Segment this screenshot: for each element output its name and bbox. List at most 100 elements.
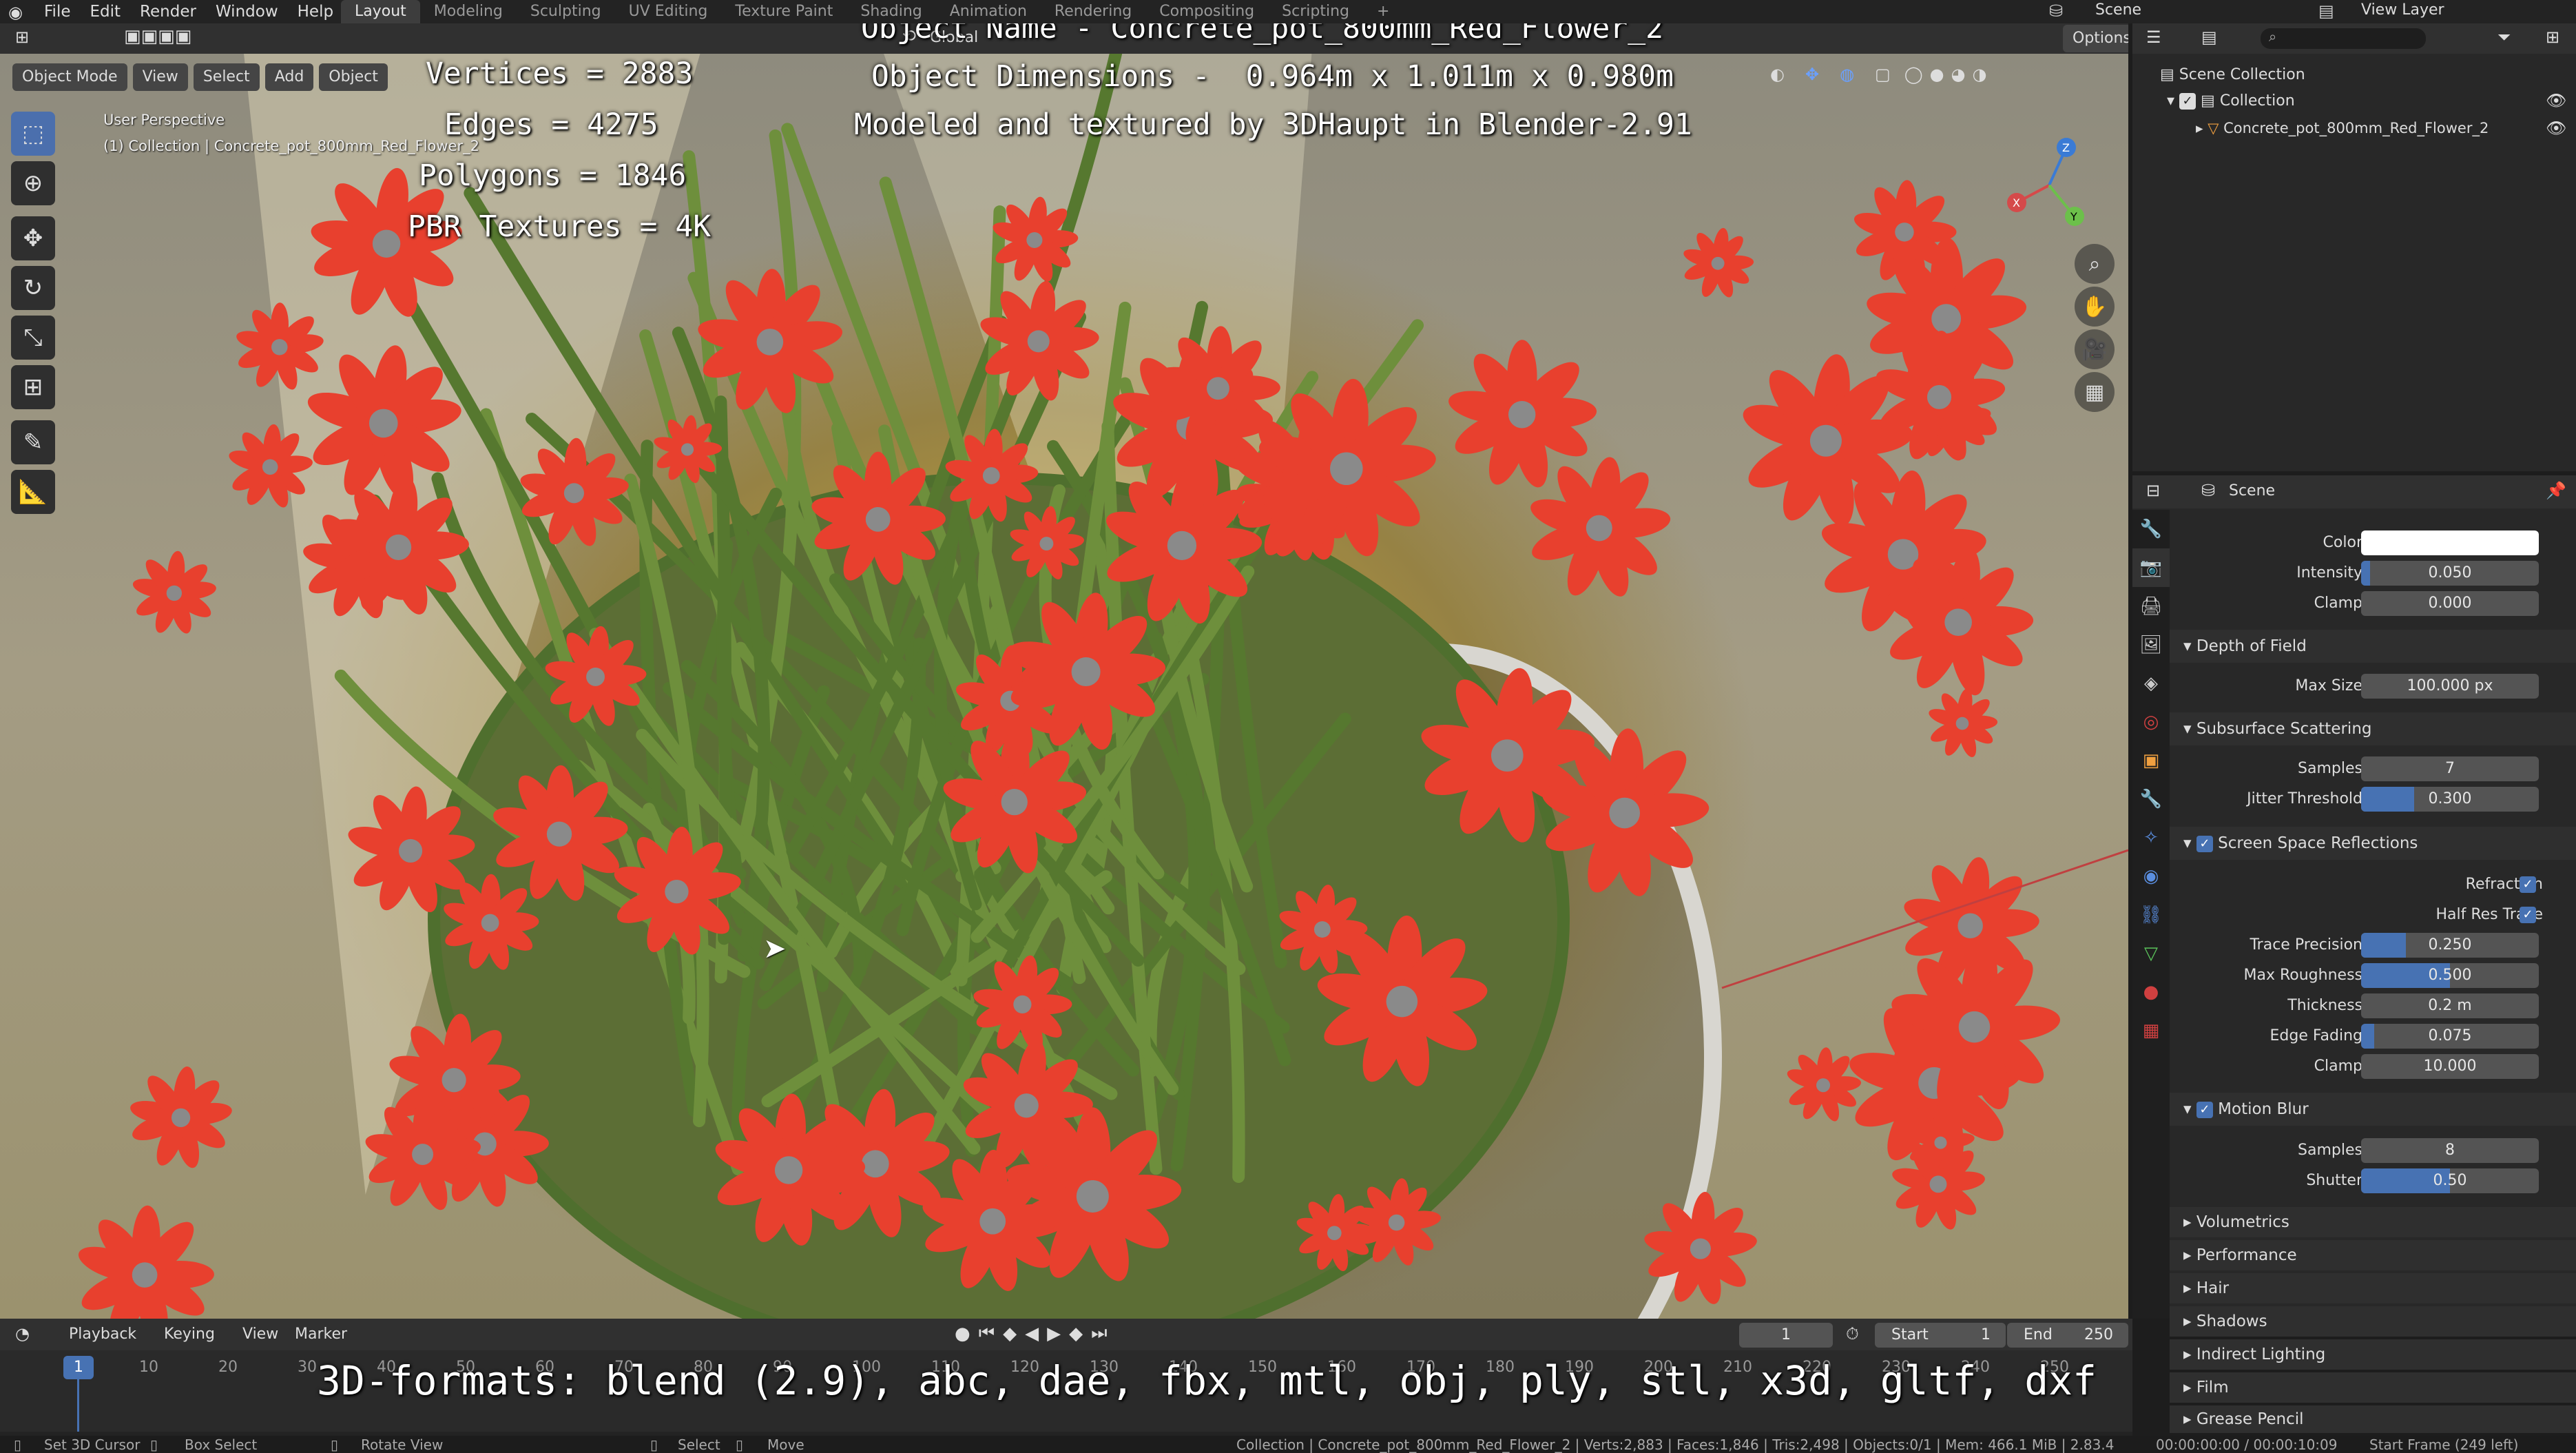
mb-samples-field[interactable]: 8 <box>2361 1138 2539 1163</box>
view-layer-tab-icon[interactable]: 🖼 <box>2132 626 2170 664</box>
max-roughness-field[interactable]: 0.500 <box>2361 963 2539 988</box>
playhead[interactable]: 1 <box>63 1356 94 1379</box>
cursor-tool-icon[interactable]: ⊕ <box>11 161 55 205</box>
visibility-eye-icon[interactable]: 👁 <box>2546 118 2566 138</box>
prev-keyframe-icon[interactable]: ◆ <box>1003 1323 1017 1344</box>
half-res-trace-checkbox[interactable]: ✓ <box>2520 907 2536 923</box>
display-mode-icon[interactable]: ▤ <box>2201 28 2217 47</box>
refraction-checkbox[interactable]: ✓ <box>2520 876 2536 893</box>
measure-tool-icon[interactable]: 📐 <box>11 470 55 514</box>
jitter-threshold-field[interactable]: 0.300 <box>2361 787 2539 812</box>
tab-rendering[interactable]: Rendering <box>1041 0 1145 23</box>
menu-edit[interactable]: Edit <box>81 0 131 23</box>
jump-end-icon[interactable]: ⏭ <box>1091 1323 1107 1344</box>
object-tab-icon[interactable]: ▣ <box>2132 741 2170 780</box>
trace-precision-field[interactable]: 0.250 <box>2361 933 2539 958</box>
tool-tab-icon[interactable]: 🔧 <box>2132 510 2170 548</box>
camera-icon[interactable]: 🎥 <box>2075 329 2115 369</box>
pin-icon[interactable]: 📌 <box>2546 481 2566 500</box>
particles-tab-icon[interactable]: ✧ <box>2132 818 2170 857</box>
playback-menu[interactable]: Playback <box>69 1326 136 1343</box>
ortho-grid-icon[interactable]: ▦ <box>2075 372 2115 412</box>
select-box-tool-icon[interactable]: ⬚ <box>11 112 55 156</box>
rotate-tool-icon[interactable]: ↻ <box>11 266 55 310</box>
subsurface-scattering-panel-header[interactable]: ▾ Subsurface Scattering <box>2170 712 2576 745</box>
tab-modeling[interactable]: Modeling <box>420 0 517 23</box>
outliner-row-collection[interactable]: ▾ ✓ ▤ Collection <box>2167 92 2295 110</box>
xray-icon[interactable]: ▢ <box>1875 65 1891 84</box>
scene-selector-icon[interactable]: ⛁ <box>2049 1 2063 21</box>
motion-blur-checkbox[interactable]: ✓ <box>2196 1101 2213 1118</box>
ssr-clamp-field[interactable]: 10.000 <box>2361 1054 2539 1079</box>
intensity-field[interactable]: 0.050 <box>2361 561 2539 586</box>
blender-logo-icon[interactable]: ◉ <box>8 3 23 22</box>
motion-blur-panel-header[interactable]: ▾ ✓ Motion Blur <box>2170 1093 2576 1126</box>
jump-start-icon[interactable]: ⏮ <box>979 1323 995 1344</box>
object-menu[interactable]: Object <box>319 63 388 91</box>
tab-compositing[interactable]: Compositing <box>1145 0 1268 23</box>
new-collection-icon[interactable]: ⊞ <box>2546 28 2559 47</box>
mode-selector[interactable]: Object Mode <box>12 63 127 91</box>
menu-help[interactable]: Help <box>288 0 343 23</box>
world-tab-icon[interactable]: ◎ <box>2132 703 2170 741</box>
texture-tab-icon[interactable]: ▦ <box>2132 1011 2170 1050</box>
add-workspace-icon[interactable]: + <box>1363 0 1403 23</box>
move-tool-icon[interactable]: ✥ <box>11 216 55 260</box>
max-size-field[interactable]: 100.000 px <box>2361 674 2539 699</box>
outliner-row-scene-collection[interactable]: ▤ Scene Collection <box>2160 66 2305 83</box>
depth-of-field-panel-header[interactable]: ▾ Depth of Field <box>2170 630 2576 663</box>
view-layer-icon[interactable]: ▤ <box>2318 1 2334 21</box>
indirect-lighting-panel-header[interactable]: ▸ Indirect Lighting <box>2170 1339 2576 1370</box>
data-tab-icon[interactable]: ▽ <box>2132 934 2170 973</box>
timeline-editor-icon[interactable]: ◔ <box>15 1324 30 1343</box>
current-frame-field[interactable]: 1 <box>1739 1323 1833 1348</box>
thickness-field[interactable]: 0.2 m <box>2361 993 2539 1018</box>
tab-uv-editing[interactable]: UV Editing <box>615 0 722 23</box>
tab-animation[interactable]: Animation <box>936 0 1041 23</box>
play-reverse-icon[interactable]: ◀ <box>1025 1323 1039 1344</box>
overlay-icon[interactable]: ◍ <box>1840 65 1854 84</box>
material-tab-icon[interactable]: ● <box>2132 973 2170 1011</box>
menu-window[interactable]: Window <box>206 0 288 23</box>
color-swatch[interactable] <box>2361 530 2539 555</box>
render-tab-icon[interactable]: 📷 <box>2132 548 2170 587</box>
menu-render[interactable]: Render <box>130 0 206 23</box>
select-mode-icons[interactable]: ▣▣▣▣ <box>124 26 191 47</box>
ssr-checkbox[interactable]: ✓ <box>2196 835 2213 852</box>
marker-menu[interactable]: Marker <box>295 1326 347 1343</box>
outliner-editor-icon[interactable]: ☰ <box>2146 28 2161 47</box>
options-button[interactable]: Options <box>2063 25 2128 52</box>
axis-gizmo[interactable]: Z X Y <box>1997 127 2101 244</box>
add-menu[interactable]: Add <box>264 63 314 91</box>
scene-name[interactable]: Scene <box>2095 1 2141 19</box>
wireframe-shading-icon[interactable]: ◯ <box>1904 65 1923 84</box>
tab-shading[interactable]: Shading <box>846 0 935 23</box>
material-shading-icon[interactable]: ◕ <box>1951 65 1966 84</box>
ssr-panel-header[interactable]: ▾ ✓ Screen Space Reflections <box>2170 827 2576 860</box>
filter-icon[interactable]: ⏷ <box>2497 28 2511 47</box>
next-keyframe-icon[interactable]: ◆ <box>1069 1323 1083 1344</box>
clock-icon[interactable]: ⏱ <box>1846 1324 1859 1343</box>
outliner-search-input[interactable]: ⌕ <box>2261 28 2426 49</box>
rendered-shading-icon[interactable]: ◑ <box>1972 65 1986 84</box>
transform-tool-icon[interactable]: ⊞ <box>11 365 55 409</box>
end-frame-field[interactable]: End 250 <box>2007 1323 2128 1348</box>
outliner-row-object[interactable]: ▸ ▽ Concrete_pot_800mm_Red_Flower_2 <box>2196 120 2489 136</box>
play-icon[interactable]: ▶ <box>1047 1323 1061 1344</box>
constraints-tab-icon[interactable]: ⛓ <box>2132 896 2170 934</box>
pan-hand-icon[interactable]: ✋ <box>2075 287 2115 327</box>
shutter-field[interactable]: 0.50 <box>2361 1168 2539 1193</box>
performance-panel-header[interactable]: ▸ Performance <box>2170 1240 2576 1270</box>
solid-shading-icon[interactable]: ● <box>1930 65 1944 84</box>
clamp-field[interactable]: 0.000 <box>2361 591 2539 616</box>
3d-viewport[interactable]: ⊞ ▣▣▣▣ ⟲ Global Options Object Mode View… <box>0 23 2128 1319</box>
sss-samples-field[interactable]: 7 <box>2361 756 2539 781</box>
gizmo-icon[interactable]: ✥ <box>1805 65 1819 84</box>
output-tab-icon[interactable]: 🖨 <box>2132 587 2170 626</box>
tab-scripting[interactable]: Scripting <box>1268 0 1363 23</box>
record-icon[interactable]: ● <box>955 1323 970 1344</box>
film-panel-header[interactable]: ▸ Film <box>2170 1372 2576 1403</box>
modifier-tab-icon[interactable]: 🔧 <box>2132 780 2170 818</box>
zoom-icon[interactable]: ⌕ <box>2075 244 2115 284</box>
view-layer-name[interactable]: View Layer <box>2361 1 2444 19</box>
